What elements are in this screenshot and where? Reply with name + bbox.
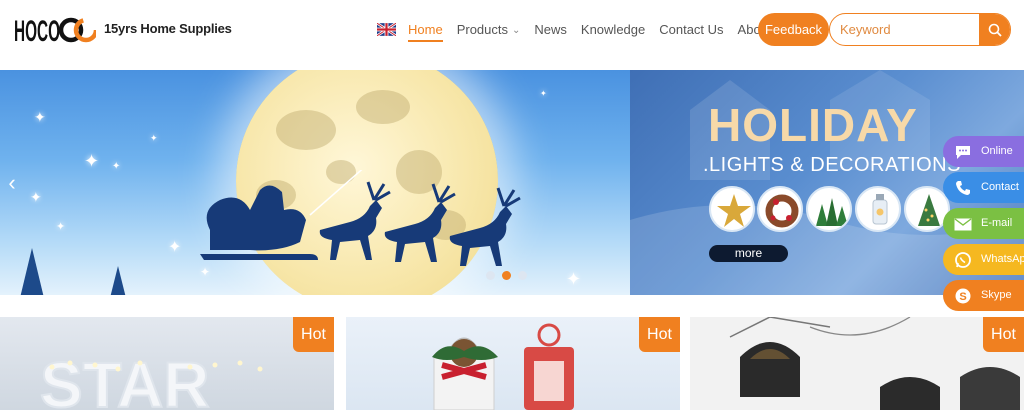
nav-home[interactable]: Home xyxy=(408,20,443,42)
hot-badge: Hot xyxy=(983,317,1024,352)
side-contact-label: Contact xyxy=(981,181,1019,193)
phone-icon xyxy=(953,178,973,198)
chevron-down-icon: ⌄ xyxy=(512,25,521,36)
marquee-letter-lights-image: STAR xyxy=(39,348,263,410)
nav-products[interactable]: Products ⌄ xyxy=(457,20,521,42)
uk-flag-icon[interactable] xyxy=(377,23,396,36)
product-grid: STAR Hot Hot Hot xyxy=(0,317,1024,410)
nav-home-label: Home xyxy=(408,22,443,37)
nav-products-label: Products xyxy=(456,22,508,37)
nav-news[interactable]: News xyxy=(534,20,567,42)
pine-trees-silhouette xyxy=(20,248,126,295)
sparkle-icon: ✦ xyxy=(84,151,100,171)
nav-knowledge-label: Knowledge xyxy=(580,22,646,37)
chat-bubble-icon xyxy=(953,142,973,162)
mini-trees-thumbnail[interactable] xyxy=(806,186,852,232)
search-button[interactable] xyxy=(979,14,1010,45)
sparkle-icon: ✦ xyxy=(56,221,66,233)
prev-slide-arrow-icon[interactable]: ‹ xyxy=(2,168,22,198)
main-nav: Home Products ⌄ News Knowledge Contact Us… xyxy=(408,20,805,42)
side-contact-button[interactable]: Contact xyxy=(943,172,1024,203)
santa-sleigh-silhouette xyxy=(200,170,521,266)
side-email-label: E-mail xyxy=(981,217,1013,229)
star-ornament-thumbnail[interactable] xyxy=(709,186,755,232)
svg-text:STAR: STAR xyxy=(40,349,209,410)
banner-title: HOLIDAY xyxy=(708,99,918,151)
logo-mark: HOCO xyxy=(14,15,96,45)
bronze-lantern-lights-image xyxy=(729,317,1020,410)
side-whatsapp-button[interactable]: WhatsApp xyxy=(943,244,1024,275)
side-online-button[interactable]: Online xyxy=(943,136,1024,167)
side-email-button[interactable]: E-mail xyxy=(943,208,1024,239)
hero-banner[interactable]: ✦ ✦ ✦ ✦ ✦ ✦ ✦ ✦ ✦ ✦ ‹ HOLIDAY .LIGHTS & … xyxy=(0,70,1024,295)
hot-badge: Hot xyxy=(639,317,680,352)
logo-letters: HOCO xyxy=(14,15,60,45)
side-whatsapp-label: WhatsApp xyxy=(981,253,1024,265)
product-card[interactable]: Hot xyxy=(690,317,1024,410)
nav-contact-us[interactable]: Contact Us xyxy=(659,20,723,42)
feedback-button[interactable]: Feedback xyxy=(758,13,829,46)
svg-text:S: S xyxy=(959,291,966,303)
more-button[interactable]: more xyxy=(709,245,788,262)
pine-cone-wreath-thumbnail[interactable] xyxy=(757,186,803,232)
search-icon xyxy=(988,23,1002,37)
site-header: HOCO 15yrs Home Supplies Home Products ⌄ … xyxy=(0,0,1024,62)
banner-subtitle: .LIGHTS & DECORATIONS xyxy=(703,154,961,176)
side-skype-label: Skype xyxy=(981,289,1012,301)
search-box xyxy=(829,13,1011,46)
product-card[interactable]: Hot xyxy=(346,317,680,410)
side-online-label: Online xyxy=(981,145,1013,157)
sparkle-icon: ✦ xyxy=(112,161,121,172)
nav-contact-us-label: Contact Us xyxy=(659,22,724,37)
sparkle-icon: ✦ xyxy=(150,133,158,143)
search-input[interactable] xyxy=(840,14,980,45)
product-card[interactable]: STAR Hot xyxy=(0,317,334,410)
mail-icon xyxy=(953,214,973,234)
hot-badge: Hot xyxy=(293,317,334,352)
sparkle-icon: ✦ xyxy=(540,89,547,98)
christmas-lanterns-image xyxy=(432,323,574,410)
nav-news-label: News xyxy=(534,22,567,37)
candle-lantern-thumbnail[interactable] xyxy=(855,186,901,232)
slide-dot[interactable] xyxy=(486,271,495,280)
sparkle-icon: ✦ xyxy=(30,189,42,205)
tagline: 15yrs Home Supplies xyxy=(104,21,232,36)
whatsapp-icon xyxy=(953,250,973,270)
sparkle-icon: ✦ xyxy=(566,269,582,289)
nav-knowledge[interactable]: Knowledge xyxy=(581,20,645,42)
logo[interactable]: HOCO xyxy=(14,14,96,46)
slide-dot-active[interactable] xyxy=(502,271,511,280)
skype-icon: S xyxy=(953,286,973,306)
sparkle-icon: ✦ xyxy=(34,109,46,125)
slide-dot[interactable] xyxy=(518,271,527,280)
sparkle-icon: ✦ xyxy=(168,239,182,256)
slide-indicators xyxy=(486,271,527,280)
side-skype-button[interactable]: S Skype xyxy=(943,280,1024,311)
banner-night-sky: ✦ ✦ ✦ ✦ ✦ ✦ ✦ ✦ ✦ ✦ ‹ xyxy=(0,70,640,295)
